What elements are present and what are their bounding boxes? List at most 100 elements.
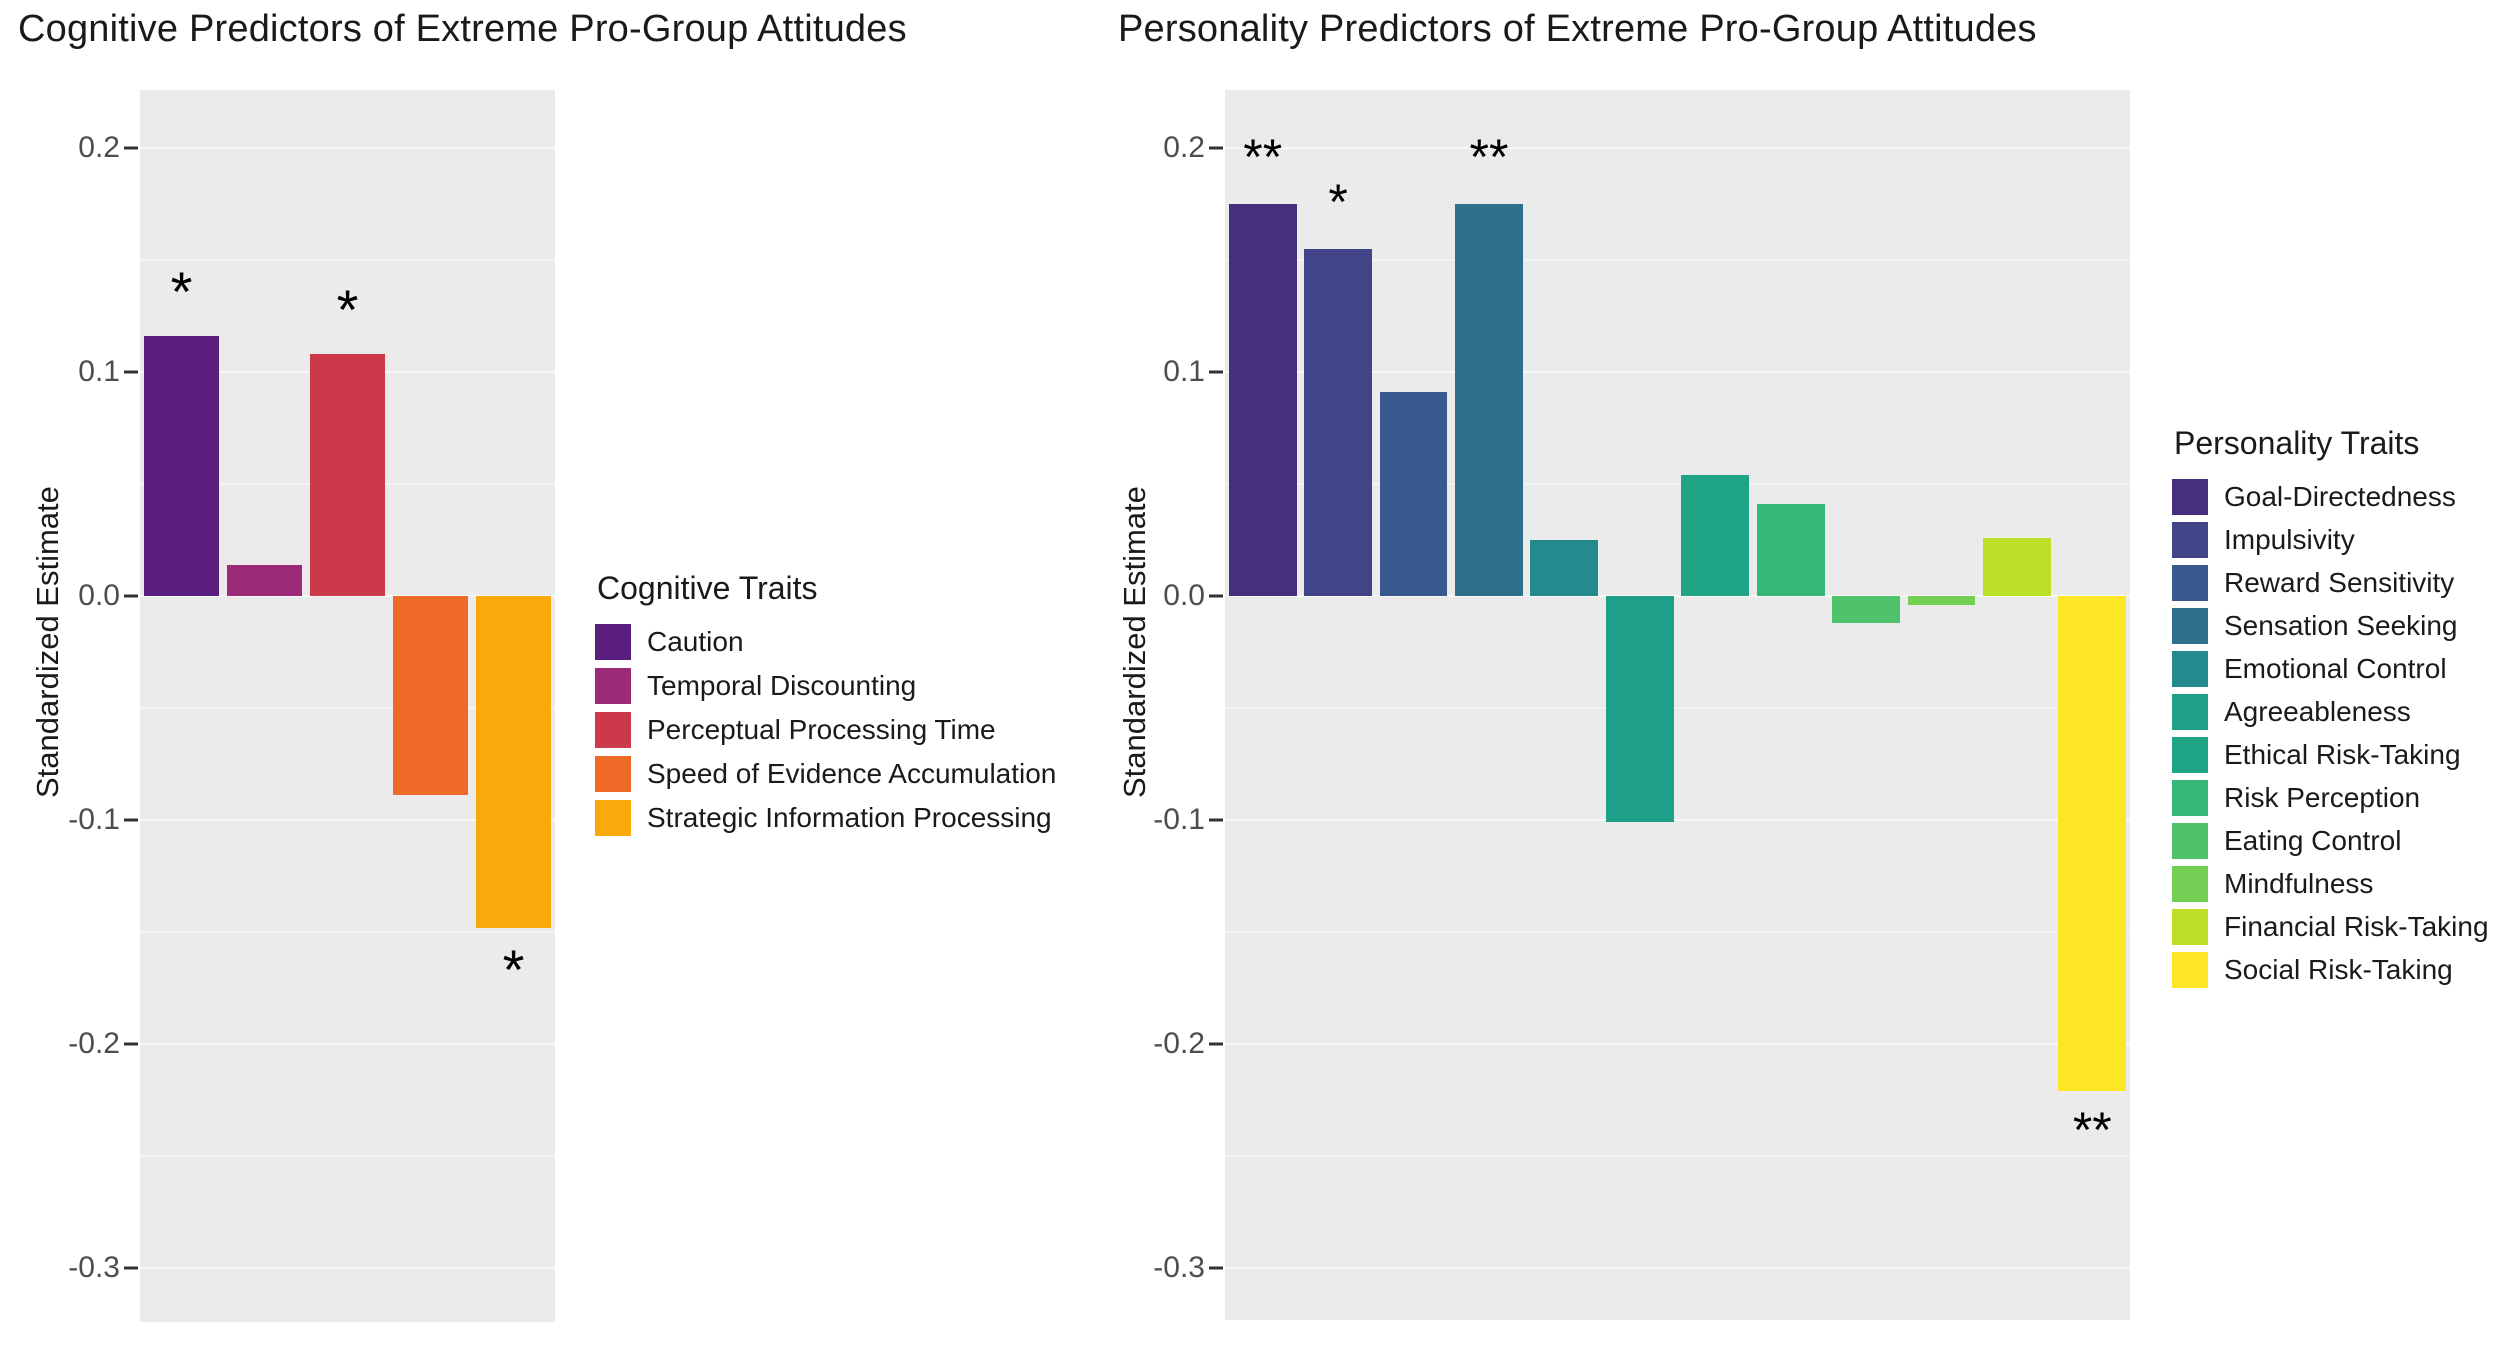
bar (476, 596, 551, 928)
legend-item[interactable]: Impulsivity (2172, 518, 2489, 561)
y-axis-tick-mark (1209, 818, 1223, 822)
y-axis-tick-mark (1209, 594, 1223, 598)
legend-item[interactable]: Reward Sensitivity (2172, 561, 2489, 604)
bar (310, 354, 385, 596)
legend-item[interactable]: Goal-Directedness (2172, 475, 2489, 518)
y-axis-tick-mark (124, 1266, 138, 1270)
y-axis-tick-label: -0.1 (1153, 803, 1205, 836)
left-legend: Cognitive Traits Caution Temporal Discoun… (595, 570, 1056, 840)
y-axis-tick-label: 0.1 (1163, 355, 1205, 388)
legend-item[interactable]: Emotional Control (2172, 647, 2489, 690)
gridline-minor (1225, 1155, 2130, 1157)
legend-item[interactable]: Temporal Discounting (595, 664, 1056, 708)
bar (1304, 248, 1373, 596)
gridline-major (140, 1267, 555, 1269)
y-axis-tick-label: 0.2 (1163, 131, 1205, 164)
legend-item[interactable]: Ethical Risk-Taking (2172, 733, 2489, 776)
legend-color-swatch (2172, 693, 2208, 730)
legend-item[interactable]: Risk Perception (2172, 776, 2489, 819)
legend-color-swatch (595, 668, 631, 704)
legend-color-swatch (2172, 951, 2208, 988)
left-legend-title: Cognitive Traits (597, 570, 818, 606)
gridline-minor (140, 259, 555, 261)
significance-marker: ** (2072, 1102, 2112, 1159)
legend-color-swatch (2172, 607, 2208, 644)
bar (144, 336, 219, 596)
bar (1907, 596, 1976, 605)
legend-color-swatch (2172, 521, 2208, 558)
legend-item-label: Social Risk-Taking (2224, 953, 2453, 985)
gridline-minor (140, 1155, 555, 1157)
y-axis-tick-mark (1209, 1042, 1223, 1046)
gridline-major (1225, 147, 2130, 149)
legend-color-swatch (2172, 908, 2208, 945)
y-axis-tick-mark (124, 146, 138, 150)
y-axis-tick-label: 0.0 (1163, 579, 1205, 612)
legend-item-label: Caution (647, 626, 744, 657)
y-axis-tick-mark (1209, 370, 1223, 374)
legend-color-swatch (2172, 865, 2208, 902)
y-axis-tick-mark (124, 594, 138, 598)
y-axis-tick-label: 0.0 (78, 579, 120, 612)
legend-item-label: Impulsivity (2224, 523, 2355, 555)
legend-item-label: Agreeableness (2224, 695, 2411, 727)
y-axis-tick-mark (124, 370, 138, 374)
gridline-major (1225, 1267, 2130, 1269)
y-axis-tick-label: -0.3 (68, 1251, 120, 1284)
left-legend-items: Caution Temporal Discounting Perceptual Pr… (595, 620, 1056, 840)
legend-color-swatch (2172, 564, 2208, 601)
legend-color-swatch (595, 712, 631, 748)
left-panel-title: Cognitive Predictors of Extreme Pro-Grou… (18, 8, 907, 50)
bar (1756, 504, 1825, 596)
legend-color-swatch (2172, 736, 2208, 773)
bar (1379, 392, 1448, 596)
y-axis-tick-label: -0.2 (68, 1027, 120, 1060)
legend-item[interactable]: Strategic Information Processing (595, 796, 1056, 840)
legend-color-swatch (2172, 478, 2208, 515)
gridline-minor (1225, 931, 2130, 933)
gridline-minor (1225, 707, 2130, 709)
bar (1228, 204, 1297, 596)
legend-color-swatch (2172, 779, 2208, 816)
right-legend-title: Personality Traits (2174, 425, 2420, 461)
y-axis-tick-mark (1209, 146, 1223, 150)
y-axis-tick-mark (124, 1042, 138, 1046)
y-axis-tick-label: 0.1 (78, 355, 120, 388)
legend-item[interactable]: Eating Control (2172, 819, 2489, 862)
right-panel-title: Personality Predictors of Extreme Pro-Gr… (1118, 8, 2037, 50)
legend-item[interactable]: Social Risk-Taking (2172, 948, 2489, 991)
legend-item-label: Ethical Risk-Taking (2224, 738, 2461, 770)
left-plot-area (140, 90, 555, 1322)
legend-item[interactable]: Financial Risk-Taking (2172, 905, 2489, 948)
legend-item[interactable]: Agreeableness (2172, 690, 2489, 733)
legend-item-label: Perceptual Processing Time (647, 714, 996, 745)
bar (393, 596, 468, 796)
legend-item-label: Mindfulness (2224, 867, 2374, 899)
significance-marker: * (336, 278, 359, 342)
bar (1982, 537, 2051, 596)
right-legend: Personality Traits Goal-Directedness Impu… (2172, 425, 2489, 991)
legend-item-label: Temporal Discounting (647, 670, 917, 701)
legend-item[interactable]: Speed of Evidence Accumulation (595, 752, 1056, 796)
y-axis-tick-mark (1209, 1266, 1223, 1270)
significance-marker: * (1328, 173, 1348, 230)
gridline-major (140, 1043, 555, 1045)
legend-item-label: Emotional Control (2224, 652, 2447, 684)
figure-root: Cognitive Predictors of Extreme Pro-Grou… (0, 0, 2500, 1352)
legend-item-label: Financial Risk-Taking (2224, 910, 2489, 942)
legend-item[interactable]: Mindfulness (2172, 862, 2489, 905)
gridline-minor (140, 931, 555, 933)
legend-item-label: Speed of Evidence Accumulation (647, 758, 1057, 789)
legend-item[interactable]: Perceptual Processing Time (595, 708, 1056, 752)
bar (1530, 540, 1599, 596)
bar (227, 564, 302, 596)
legend-item-label: Eating Control (2224, 824, 2402, 856)
y-axis-tick-label: -0.1 (68, 803, 120, 836)
legend-item[interactable]: Caution (595, 620, 1056, 664)
legend-item-label: Sensation Seeking (2224, 609, 2458, 641)
y-axis-tick-label: -0.2 (1153, 1027, 1205, 1060)
legend-color-swatch (2172, 822, 2208, 859)
significance-marker: ** (1243, 129, 1283, 185)
y-axis-tick-mark (124, 818, 138, 822)
legend-item[interactable]: Sensation Seeking (2172, 604, 2489, 647)
